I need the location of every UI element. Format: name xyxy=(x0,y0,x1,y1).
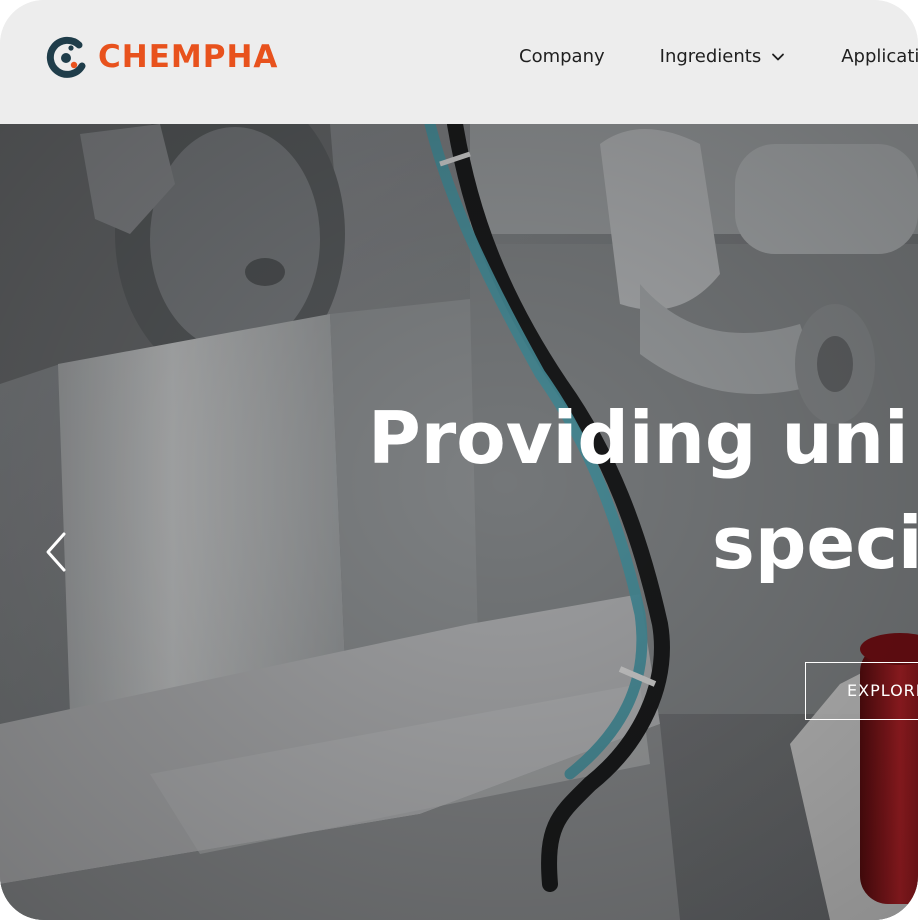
nav-item-company[interactable]: Company xyxy=(519,46,605,67)
hero-headline-line-1: Providing uni xyxy=(368,396,909,480)
chempha-logo-icon xyxy=(46,36,86,78)
nav-item-label: Ingredients xyxy=(659,46,762,67)
nav-item-ingredients[interactable]: Ingredients xyxy=(660,46,786,67)
browser-viewport: CHEMPHA Company Ingredients Applicatio xyxy=(0,0,918,920)
nav-item-applications[interactable]: Applicatio xyxy=(841,46,918,67)
nav-item-label: Company xyxy=(519,46,605,67)
chevron-down-icon xyxy=(772,53,785,60)
main-nav: Company Ingredients Applicatio xyxy=(519,46,918,67)
hero-headline-line-2: speci xyxy=(712,501,918,585)
hero-slider: Providing uni speci EXPLORE xyxy=(0,124,918,920)
hero-headline: Providing uni speci xyxy=(368,386,918,596)
chevron-left-icon[interactable] xyxy=(40,528,72,576)
logo-wordmark: CHEMPHA xyxy=(98,39,279,75)
site-logo[interactable]: CHEMPHA xyxy=(46,36,278,78)
nav-item-label: Applicatio xyxy=(841,46,918,67)
site-header: CHEMPHA Company Ingredients Applicatio xyxy=(0,0,918,124)
explore-button[interactable]: EXPLORE xyxy=(805,662,918,720)
